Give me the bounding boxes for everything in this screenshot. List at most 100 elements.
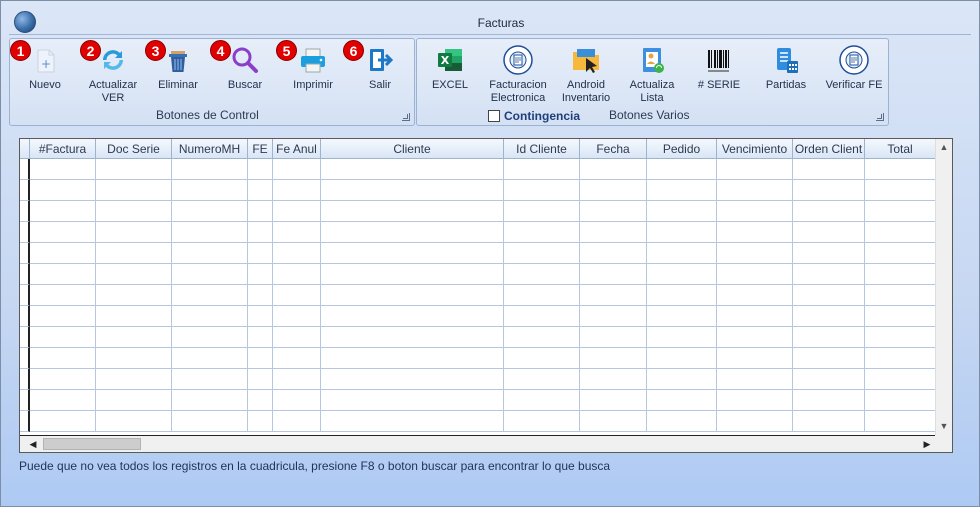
table-row[interactable]: [20, 327, 936, 348]
table-cell[interactable]: [248, 411, 273, 432]
table-cell[interactable]: [30, 201, 96, 222]
table-cell[interactable]: [580, 348, 647, 369]
table-cell[interactable]: [793, 369, 865, 390]
table-cell[interactable]: [30, 222, 96, 243]
table-cell[interactable]: [504, 348, 580, 369]
table-cell[interactable]: [248, 390, 273, 411]
table-cell[interactable]: [321, 201, 504, 222]
table-cell[interactable]: [172, 411, 248, 432]
table-cell[interactable]: [865, 369, 936, 390]
table-cell[interactable]: [647, 201, 717, 222]
table-cell[interactable]: [172, 264, 248, 285]
table-cell[interactable]: [717, 243, 793, 264]
table-cell[interactable]: [248, 159, 273, 180]
table-cell[interactable]: [321, 159, 504, 180]
table-cell[interactable]: [172, 180, 248, 201]
table-cell[interactable]: [865, 411, 936, 432]
table-cell[interactable]: [580, 411, 647, 432]
table-cell[interactable]: [30, 369, 96, 390]
table-cell[interactable]: [504, 159, 580, 180]
table-cell[interactable]: [793, 390, 865, 411]
serie-button[interactable]: # SERIE: [694, 44, 744, 92]
table-cell[interactable]: [865, 306, 936, 327]
table-cell[interactable]: [172, 306, 248, 327]
table-cell[interactable]: [504, 264, 580, 285]
table-cell[interactable]: [504, 390, 580, 411]
table-cell[interactable]: [30, 411, 96, 432]
table-cell[interactable]: [172, 369, 248, 390]
table-cell[interactable]: [793, 180, 865, 201]
table-row[interactable]: [20, 264, 936, 285]
table-cell[interactable]: [30, 327, 96, 348]
table-cell[interactable]: [30, 348, 96, 369]
scroll-down-icon[interactable]: ▼: [938, 419, 950, 434]
table-cell[interactable]: [647, 222, 717, 243]
table-cell[interactable]: [321, 369, 504, 390]
table-cell[interactable]: [504, 306, 580, 327]
table-cell[interactable]: [580, 159, 647, 180]
table-cell[interactable]: [717, 285, 793, 306]
row-selector[interactable]: [20, 348, 30, 369]
table-cell[interactable]: [273, 285, 321, 306]
table-cell[interactable]: [321, 348, 504, 369]
table-cell[interactable]: [793, 264, 865, 285]
table-cell[interactable]: [580, 243, 647, 264]
table-cell[interactable]: [30, 306, 96, 327]
actualiza-lista-button[interactable]: Actualiza Lista: [625, 44, 679, 105]
table-cell[interactable]: [793, 411, 865, 432]
table-cell[interactable]: [580, 201, 647, 222]
table-cell[interactable]: [647, 348, 717, 369]
row-selector[interactable]: [20, 306, 30, 327]
contingencia-checkbox[interactable]: [488, 110, 500, 122]
dialog-launcher-icon[interactable]: [402, 113, 410, 121]
table-cell[interactable]: [865, 264, 936, 285]
table-cell[interactable]: [865, 243, 936, 264]
table-cell[interactable]: [504, 369, 580, 390]
table-cell[interactable]: [248, 243, 273, 264]
table-row[interactable]: [20, 369, 936, 390]
table-cell[interactable]: [717, 348, 793, 369]
table-cell[interactable]: [172, 243, 248, 264]
row-selector[interactable]: [20, 201, 30, 222]
table-cell[interactable]: [96, 369, 172, 390]
table-cell[interactable]: [273, 180, 321, 201]
col-id-cliente[interactable]: Id Cliente: [504, 139, 580, 159]
col-doc-serie[interactable]: Doc Serie: [96, 139, 172, 159]
table-cell[interactable]: [717, 327, 793, 348]
table-cell[interactable]: [273, 159, 321, 180]
table-cell[interactable]: [504, 180, 580, 201]
col-fe[interactable]: FE: [248, 139, 273, 159]
col-numeromh[interactable]: NumeroMH: [172, 139, 248, 159]
table-cell[interactable]: [647, 369, 717, 390]
table-cell[interactable]: [248, 201, 273, 222]
table-cell[interactable]: [504, 243, 580, 264]
table-cell[interactable]: [273, 390, 321, 411]
table-cell[interactable]: [30, 180, 96, 201]
table-cell[interactable]: [865, 327, 936, 348]
table-row[interactable]: [20, 159, 936, 180]
col-orden-client[interactable]: Orden Client: [793, 139, 865, 159]
table-cell[interactable]: [96, 411, 172, 432]
col-fecha[interactable]: Fecha: [580, 139, 647, 159]
table-cell[interactable]: [248, 264, 273, 285]
table-cell[interactable]: [172, 348, 248, 369]
row-selector[interactable]: [20, 390, 30, 411]
table-cell[interactable]: [580, 327, 647, 348]
table-cell[interactable]: [321, 411, 504, 432]
table-row[interactable]: [20, 222, 936, 243]
table-cell[interactable]: [580, 285, 647, 306]
table-cell[interactable]: [580, 390, 647, 411]
table-cell[interactable]: [717, 222, 793, 243]
table-cell[interactable]: [504, 285, 580, 306]
table-cell[interactable]: [793, 222, 865, 243]
table-cell[interactable]: [273, 243, 321, 264]
col-total[interactable]: Total: [865, 139, 936, 159]
table-cell[interactable]: [96, 390, 172, 411]
table-cell[interactable]: [248, 180, 273, 201]
table-cell[interactable]: [793, 243, 865, 264]
table-cell[interactable]: [865, 159, 936, 180]
table-row[interactable]: [20, 285, 936, 306]
table-cell[interactable]: [273, 348, 321, 369]
table-cell[interactable]: [172, 201, 248, 222]
table-cell[interactable]: [321, 390, 504, 411]
